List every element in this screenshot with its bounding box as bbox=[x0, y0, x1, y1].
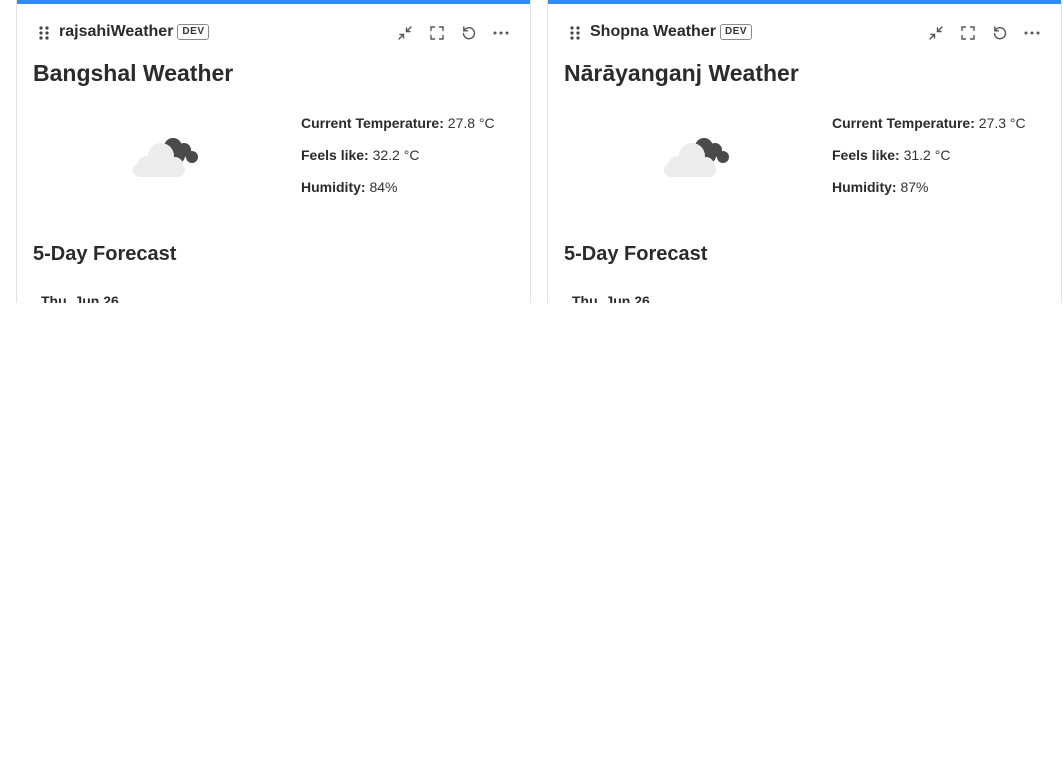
refresh-icon[interactable] bbox=[989, 22, 1011, 44]
dev-badge: DEV bbox=[719, 24, 753, 40]
fullscreen-icon[interactable] bbox=[426, 22, 448, 44]
forecast-title: 5-Day Forecast bbox=[564, 243, 708, 265]
forecast-day-label: Thu, Jun 26 bbox=[41, 293, 119, 303]
collapse-icon[interactable] bbox=[394, 22, 416, 44]
feels-like-label: Feels like: bbox=[301, 147, 369, 163]
drag-handle-icon[interactable] bbox=[570, 26, 580, 40]
temperature-value: 27.8 °C bbox=[447, 115, 495, 131]
more-icon[interactable] bbox=[1021, 22, 1043, 44]
temperature-label: Current Temperature: bbox=[832, 115, 975, 131]
humidity-value: 87% bbox=[900, 179, 929, 195]
humidity-row: Humidity: 87% bbox=[832, 178, 1026, 210]
widget-name-text: Shopna Weather bbox=[590, 23, 716, 40]
weather-details: Current Temperature: 27.8 °C Feels like:… bbox=[301, 114, 495, 210]
feels-like-row: Feels like: 32.2 °C bbox=[301, 146, 495, 178]
weather-title: Nārāyanganj Weather bbox=[564, 60, 799, 86]
feels-like-row: Feels like: 31.2 °C bbox=[832, 146, 1026, 178]
refresh-icon[interactable] bbox=[458, 22, 480, 44]
fullscreen-icon[interactable] bbox=[957, 22, 979, 44]
feels-like-value: 31.2 °C bbox=[903, 147, 951, 163]
humidity-value: 84% bbox=[369, 179, 398, 195]
weather-details: Current Temperature: 27.3 °C Feels like:… bbox=[832, 114, 1026, 210]
weather-widget-card: rajsahiWeather DEV Bangshal Weather Curr… bbox=[16, 0, 531, 303]
collapse-icon[interactable] bbox=[925, 22, 947, 44]
forecast-day-label: Thu, Jun 26 bbox=[572, 293, 650, 303]
widget-toolbar bbox=[925, 22, 1043, 44]
temperature-row: Current Temperature: 27.3 °C bbox=[832, 114, 1026, 146]
cloudy-icon bbox=[662, 130, 736, 180]
weather-widget-card: Shopna Weather DEV Nārāyanganj Weather C… bbox=[547, 0, 1062, 303]
temperature-label: Current Temperature: bbox=[301, 115, 444, 131]
humidity-row: Humidity: 84% bbox=[301, 178, 495, 210]
humidity-label: Humidity: bbox=[301, 179, 366, 195]
humidity-label: Humidity: bbox=[832, 179, 897, 195]
drag-handle-icon[interactable] bbox=[39, 26, 49, 40]
widget-accent-bar bbox=[548, 0, 1061, 4]
feels-like-label: Feels like: bbox=[832, 147, 900, 163]
forecast-title: 5-Day Forecast bbox=[33, 243, 177, 265]
temperature-value: 27.3 °C bbox=[978, 115, 1026, 131]
widget-name: rajsahiWeather DEV bbox=[59, 23, 210, 41]
cloudy-icon bbox=[131, 130, 205, 180]
feels-like-value: 32.2 °C bbox=[372, 147, 420, 163]
weather-title: Bangshal Weather bbox=[33, 60, 234, 86]
widget-toolbar bbox=[394, 22, 512, 44]
widget-header: Shopna Weather DEV bbox=[548, 20, 1061, 46]
dev-badge: DEV bbox=[177, 24, 210, 40]
widget-header: rajsahiWeather DEV bbox=[17, 20, 530, 46]
widget-accent-bar bbox=[17, 0, 530, 4]
widget-name-text: rajsahiWeather bbox=[59, 23, 174, 40]
widget-name: Shopna Weather DEV bbox=[590, 23, 753, 41]
more-icon[interactable] bbox=[490, 22, 512, 44]
temperature-row: Current Temperature: 27.8 °C bbox=[301, 114, 495, 146]
